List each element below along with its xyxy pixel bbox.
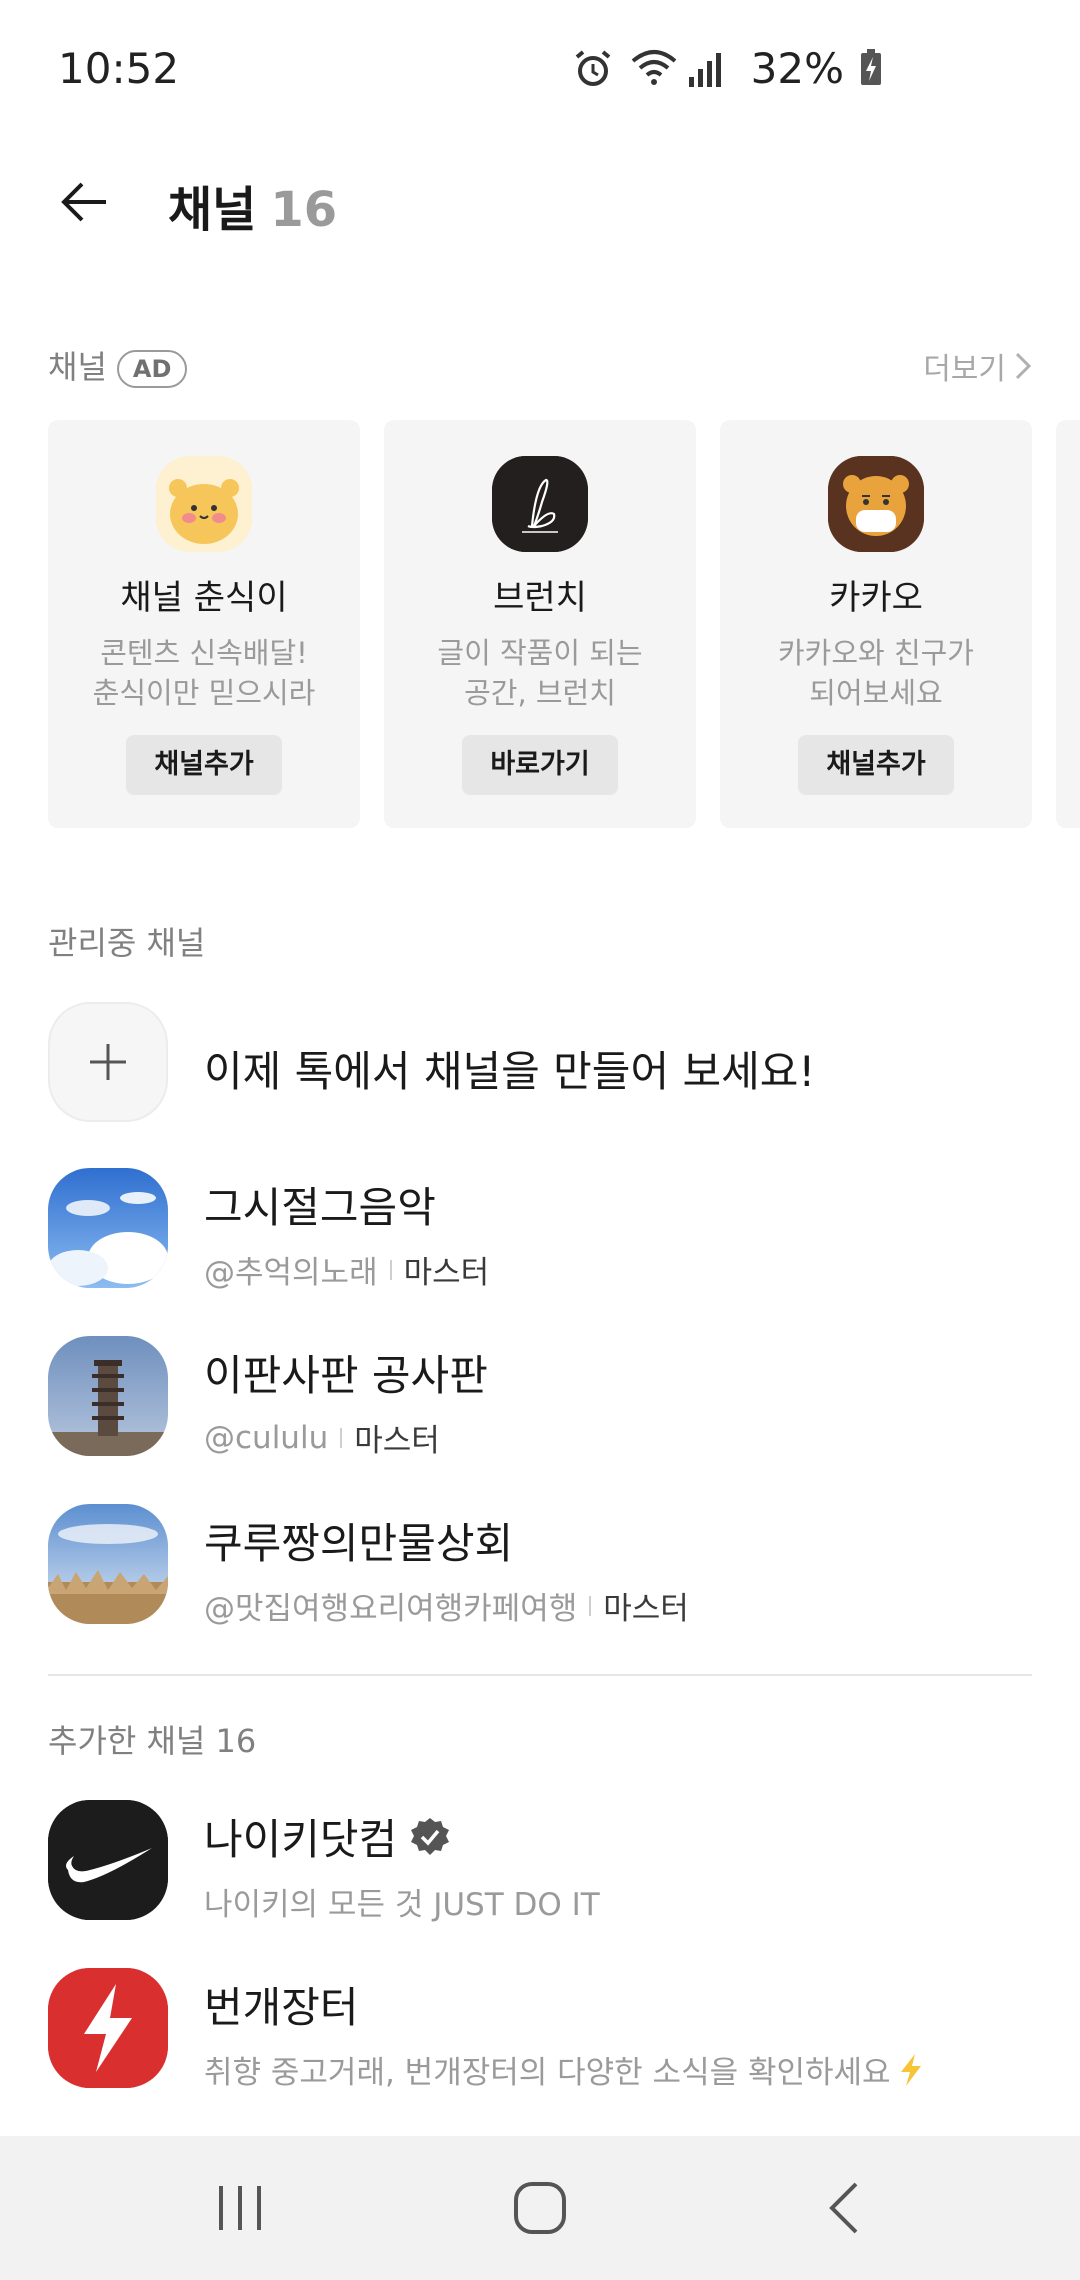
signal-icon	[687, 47, 731, 91]
lightning-icon	[900, 2053, 921, 2086]
status-icons: 32%	[571, 44, 902, 93]
channel-handle: @cululu	[204, 1419, 329, 1456]
card-desc-line2: 되어보세요	[809, 676, 943, 710]
channel-desc: 나이키의 모든 것 JUST DO IT	[204, 1887, 600, 1923]
channel-name: 나이키닷컴	[204, 1806, 600, 1867]
more-link-label: 더보기	[923, 352, 1006, 387]
channel-meta: @추억의노래 마스터	[204, 1247, 489, 1292]
channel-desc: 취향 중고거래, 번개장터의 다양한 소식을 확인하세요	[204, 2047, 925, 2092]
card-name: 카카오	[829, 578, 923, 618]
channel-desc-text: 취향 중고거래, 번개장터의 다양한 소식을 확인하세요	[204, 2055, 891, 2091]
managed-channel-row[interactable]: 이판사판 공사판 @cululu 마스터	[48, 1336, 1032, 1460]
brunch-avatar	[492, 456, 588, 552]
added-channel-row[interactable]: 번개장터 취향 중고거래, 번개장터의 다양한 소식을 확인하세요	[48, 1968, 1032, 2092]
app-header: 채널 16	[0, 140, 1080, 260]
card-desc-line1: 글이 작품이 되는	[437, 636, 643, 670]
channel-text: 이판사판 공사판 @cululu 마스터	[204, 1342, 488, 1460]
channel-text: 그시절그음악 @추억의노래 마스터	[204, 1174, 489, 1292]
ad-card-partial[interactable]	[1056, 420, 1080, 828]
go-button[interactable]: 바로가기	[462, 735, 618, 795]
managed-section-label: 관리중 채널	[48, 924, 206, 962]
managed-channel-row[interactable]: 쿠루짱의만물상회 @맛집여행요리여행카페여행 마스터	[48, 1504, 1032, 1628]
page-title: 채널 16	[168, 170, 337, 240]
add-channel-button[interactable]: 채널추가	[126, 735, 282, 795]
battery-charging-icon	[858, 47, 902, 91]
create-channel-row[interactable]: 이제 톡에서 채널을 만들어 보세요!	[48, 1002, 1032, 1122]
nike-avatar	[48, 1800, 168, 1920]
separator	[340, 1427, 343, 1448]
channel-text: 쿠루짱의만물상회 @맛집여행요리여행카페여행 마스터	[204, 1510, 689, 1628]
card-name: 채널 춘식이	[120, 578, 288, 618]
channel-handle: @추억의노래	[204, 1255, 378, 1291]
page-title-count: 16	[270, 182, 338, 238]
card-desc: 카카오와 친구가 되어보세요	[720, 633, 1032, 713]
channel-role: 마스터	[354, 1423, 440, 1459]
chevron-right-icon	[1015, 352, 1032, 380]
back-button[interactable]	[48, 166, 120, 238]
section-divider	[48, 1674, 1032, 1676]
added-channel-row[interactable]: 나이키닷컴 나이키의 모든 것 JUST DO IT	[48, 1800, 1032, 1924]
ad-section-title: 채널	[48, 348, 107, 386]
channel-name: 번개장터	[204, 1983, 359, 2032]
ad-card[interactable]: 브런치 글이 작품이 되는 공간, 브런치 바로가기	[384, 420, 696, 828]
card-desc-line2: 공간, 브런치	[464, 676, 616, 710]
arrow-left-icon	[61, 182, 106, 222]
ad-cards: 채널 춘식이 콘텐츠 신속배달! 춘식이만 믿으시라 채널추가 브런치 글이 작…	[48, 420, 1080, 830]
chunsik-avatar	[156, 456, 252, 552]
channel-text: 나이키닷컴 나이키의 모든 것 JUST DO IT	[204, 1806, 600, 1924]
separator	[589, 1595, 592, 1616]
create-channel-text: 이제 톡에서 채널을 만들어 보세요!	[204, 1047, 816, 1096]
verified-badge-icon	[411, 1817, 450, 1855]
channel-name-text: 나이키닷컴	[204, 1815, 398, 1864]
chevron-left-icon	[829, 2182, 858, 2234]
managed-channel-row[interactable]: 그시절그음악 @추억의노래 마스터	[48, 1168, 1032, 1292]
ad-badge: AD	[116, 350, 188, 388]
channel-name: 그시절그음악	[204, 1183, 436, 1232]
channel-name: 쿠루짱의만물상회	[204, 1519, 514, 1568]
channel-avatar	[48, 1336, 168, 1456]
added-section-count: 16	[215, 1722, 257, 1760]
channel-text: 번개장터 취향 중고거래, 번개장터의 다양한 소식을 확인하세요	[204, 1974, 925, 2092]
channel-meta: @cululu 마스터	[204, 1415, 488, 1460]
system-nav-bar	[0, 2136, 1080, 2280]
channel-avatar	[48, 1504, 168, 1624]
battery-percent: 32%	[750, 44, 844, 93]
more-link[interactable]: 더보기	[923, 344, 1032, 388]
recent-apps-icon	[219, 2186, 261, 2230]
ad-card[interactable]: 카카오 카카오와 친구가 되어보세요 채널추가	[720, 420, 1032, 828]
status-time: 10:52	[58, 44, 180, 93]
kakao-avatar	[828, 456, 924, 552]
status-bar: 10:52 32%	[0, 0, 1080, 140]
card-name: 브런치	[493, 578, 587, 618]
ad-section-label: 채널 AD	[48, 342, 188, 388]
add-channel-button[interactable]: 채널추가	[798, 735, 954, 795]
wifi-icon	[629, 47, 676, 91]
separator	[389, 1259, 392, 1280]
added-section-title: 추가한 채널	[48, 1722, 206, 1760]
card-desc: 콘텐츠 신속배달! 춘식이만 믿으시라	[48, 633, 360, 713]
home-button[interactable]	[504, 2172, 576, 2244]
channel-meta: @맛집여행요리여행카페여행 마스터	[204, 1583, 689, 1628]
recent-apps-button[interactable]	[204, 2172, 276, 2244]
channel-name: 이판사판 공사판	[204, 1351, 488, 1400]
ad-card[interactable]: 채널 춘식이 콘텐츠 신속배달! 춘식이만 믿으시라 채널추가	[48, 420, 360, 828]
card-desc: 글이 작품이 되는 공간, 브런치	[384, 633, 696, 713]
channel-role: 마스터	[403, 1255, 490, 1291]
channel-role: 마스터	[603, 1591, 689, 1627]
back-nav-button[interactable]	[808, 2172, 880, 2244]
card-desc-line2: 춘식이만 믿으시라	[92, 676, 316, 710]
home-icon	[514, 2182, 566, 2234]
plus-icon	[48, 1002, 168, 1122]
channel-avatar	[48, 1168, 168, 1288]
page-title-text: 채널	[168, 182, 257, 238]
card-desc-line1: 콘텐츠 신속배달!	[100, 636, 308, 670]
added-section-label: 추가한 채널 16	[48, 1716, 256, 1762]
channel-handle: @맛집여행요리여행카페여행	[204, 1591, 578, 1627]
card-desc-line1: 카카오와 친구가	[778, 636, 974, 670]
alarm-icon	[571, 47, 615, 91]
bunjang-avatar	[48, 1968, 168, 2088]
